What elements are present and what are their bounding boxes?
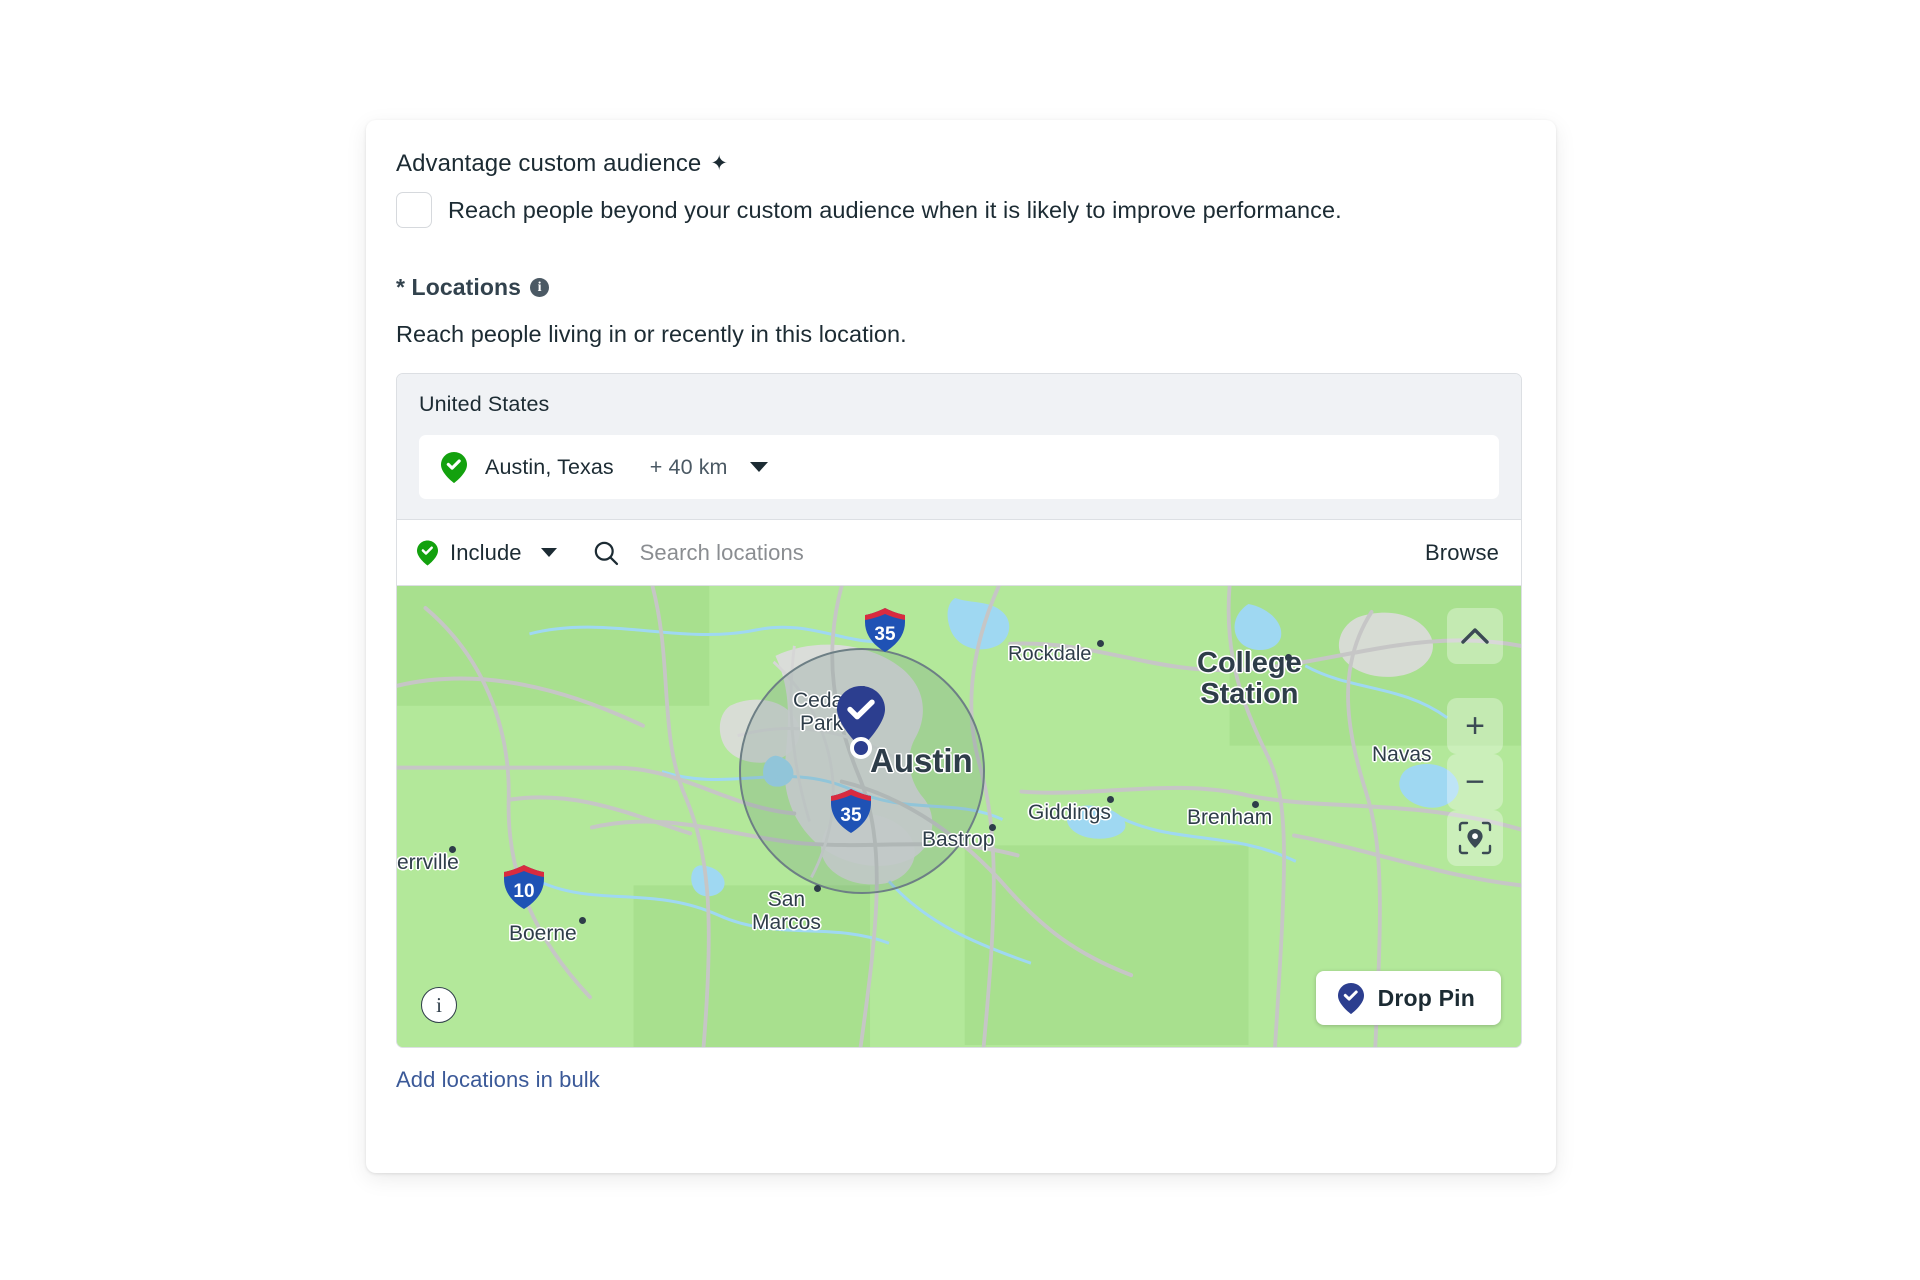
selected-location-name: Austin, Texas: [485, 455, 614, 480]
search-icon: [592, 539, 620, 567]
search-input[interactable]: [638, 539, 1405, 567]
map-controls: + −: [1447, 608, 1503, 866]
map-center-marker: [850, 737, 872, 759]
selected-location-radius: + 40 km: [650, 455, 728, 480]
advantage-audience-row: Reach people beyond your custom audience…: [396, 191, 1522, 228]
green-map-pin-check-icon: [417, 540, 438, 566]
locations-subtitle: Reach people living in or recently in th…: [396, 321, 1522, 348]
add-locations-in-bulk-link[interactable]: Add locations in bulk: [396, 1067, 600, 1093]
browse-link[interactable]: Browse: [1405, 540, 1499, 566]
locations-box: United States Austin, Texas + 40 km: [396, 373, 1522, 1048]
selected-location-chip[interactable]: Austin, Texas + 40 km: [419, 435, 1499, 499]
locate-pin-icon[interactable]: [1447, 810, 1503, 866]
info-icon[interactable]: i: [530, 278, 549, 297]
chevron-down-icon: [541, 548, 557, 557]
drop-pin-button[interactable]: Drop Pin: [1316, 971, 1501, 1025]
compass-up-icon[interactable]: [1447, 608, 1503, 664]
page-root: Advantage custom audience ✦ Reach people…: [0, 0, 1920, 1280]
advantage-audience-title: Advantage custom audience ✦: [396, 150, 1522, 178]
blue-map-pin-check-icon: [1338, 983, 1364, 1014]
map-info-button[interactable]: i: [421, 987, 457, 1023]
location-map[interactable]: CedarParkRockdaleCollegeStationAustinGid…: [397, 585, 1521, 1047]
locations-heading: * Locations i: [396, 274, 1522, 301]
audience-settings-card: Advantage custom audience ✦ Reach people…: [366, 120, 1556, 1173]
green-map-pin-check-icon: [441, 452, 467, 483]
include-dropdown[interactable]: Include: [417, 540, 557, 566]
advantage-audience-description: Reach people beyond your custom audience…: [448, 191, 1342, 226]
sparkle-icon: ✦: [710, 153, 728, 174]
drop-pin-label: Drop Pin: [1378, 985, 1475, 1012]
plus-icon[interactable]: +: [1447, 698, 1503, 754]
country-label: United States: [419, 392, 1499, 417]
include-dropdown-label: Include: [450, 540, 522, 566]
minus-icon[interactable]: −: [1447, 754, 1503, 810]
advantage-audience-title-text: Advantage custom audience: [396, 150, 701, 178]
country-section: United States Austin, Texas + 40 km: [397, 374, 1521, 519]
chevron-down-icon[interactable]: [750, 462, 768, 472]
location-search-bar: Include Browse: [397, 519, 1521, 585]
locations-heading-text: * Locations: [396, 274, 521, 301]
advantage-audience-checkbox[interactable]: [396, 192, 432, 228]
